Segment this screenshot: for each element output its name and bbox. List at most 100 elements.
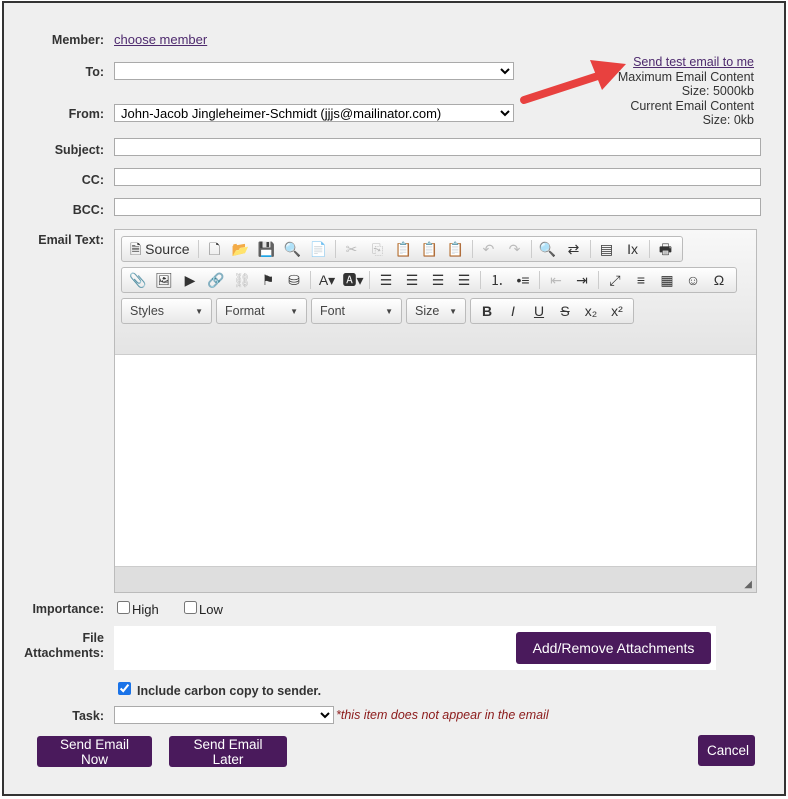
toolbar-separator xyxy=(589,240,591,258)
text-color-icon[interactable]: A▾ xyxy=(316,269,338,291)
toolbar-separator xyxy=(334,240,336,258)
task-select[interactable] xyxy=(114,706,334,724)
numbered-list-icon[interactable]: ⒈ xyxy=(486,269,508,291)
toolbar-row-2: 📎 🖼 ▶ 🔗 ⛓ ⚑ ⛁ A▾ 🅰▾ ☰ ☰ ☰ ☰ ⒈ •≡ ⇤ ⇥ ⤢ ≡ ▦ ☺ Ω xyxy=(121,267,737,293)
toolbar-separator xyxy=(310,271,311,289)
preview-icon[interactable]: 🔍 xyxy=(282,238,304,260)
to-select[interactable] xyxy=(114,62,514,80)
format-dropdown[interactable]: Format ▼ xyxy=(216,298,307,324)
table-icon[interactable]: ▦ xyxy=(656,269,678,291)
rich-text-editor: 🗎 Source 🗋 📂 💾 🔍 📄 ✂ ⎘ 📋 📋 📋 ↶ ↷ 🔍 ⇄ ▤ Ix 🖶 📎 🖼 ▶ 🔗 ⛓ ⚑ ⛁ A▾ 🅰▾ ☰… xyxy=(114,229,757,593)
toolbar-row-1: 🗎 Source 🗋 📂 💾 🔍 📄 ✂ ⎘ 📋 📋 📋 ↶ ↷ 🔍 ⇄ ▤ Ix 🖶 xyxy=(121,236,683,262)
red-arrow-annotation xyxy=(520,60,626,104)
paste-word-icon[interactable]: 📋 xyxy=(445,238,467,260)
smiley-icon[interactable]: ☺ xyxy=(682,269,704,291)
copy-icon[interactable]: ⎘ xyxy=(367,238,389,260)
new-page-icon[interactable]: 🗋 xyxy=(204,238,226,260)
attachment-icon[interactable]: 📎 xyxy=(127,269,149,291)
redo-icon[interactable]: ↷ xyxy=(504,238,526,260)
paste-icon[interactable]: 📋 xyxy=(393,238,415,260)
editor-resize-bar: ◢ xyxy=(115,566,756,592)
select-all-icon[interactable]: ▤ xyxy=(596,238,618,260)
underline-icon[interactable]: U xyxy=(528,300,550,322)
cc-input[interactable] xyxy=(114,168,761,186)
maximize-icon[interactable]: ⤢ xyxy=(604,269,626,291)
horizontal-rule-icon[interactable]: ≡ xyxy=(630,269,652,291)
indent-icon[interactable]: ⇥ xyxy=(571,269,593,291)
link-icon[interactable]: 🔗 xyxy=(205,269,227,291)
outdent-icon[interactable]: ⇤ xyxy=(545,269,567,291)
send-email-now-button[interactable]: Send Email Now xyxy=(37,736,152,767)
max-size-value: Size: 5000kb xyxy=(681,84,754,98)
templates-icon[interactable]: 📄 xyxy=(308,238,330,260)
align-right-icon[interactable]: ☰ xyxy=(427,269,449,291)
toolbar-row-3: Styles ▼ Format ▼ Font ▼ Size ▼ B I U Sx₂ x² xyxy=(121,298,751,329)
open-icon[interactable]: 📂 xyxy=(230,238,252,260)
strike-icon[interactable]: S xyxy=(554,300,576,322)
editor-toolbar: 🗎 Source 🗋 📂 💾 🔍 📄 ✂ ⎘ 📋 📋 📋 ↶ ↷ 🔍 ⇄ ▤ Ix 🖶 📎 🖼 ▶ 🔗 ⛓ ⚑ ⛁ A▾ 🅰▾ ☰… xyxy=(115,230,756,355)
subject-input[interactable] xyxy=(114,138,761,156)
low-checkbox[interactable] xyxy=(184,601,197,614)
choose-member-link[interactable]: choose member xyxy=(114,32,207,47)
superscript-icon[interactable]: x² xyxy=(606,300,628,322)
styles-dropdown[interactable]: Styles ▼ xyxy=(121,298,212,324)
add-remove-attachments-button[interactable]: Add/Remove Attachments xyxy=(516,632,711,664)
high-checkbox[interactable] xyxy=(117,601,130,614)
email-text-label: Email Text: xyxy=(38,233,104,247)
bold-icon[interactable]: B xyxy=(476,300,498,322)
remove-format-icon[interactable]: Ix xyxy=(622,238,644,260)
flash-icon[interactable]: ⛁ xyxy=(283,269,305,291)
replace-icon[interactable]: ⇄ xyxy=(563,238,585,260)
undo-icon[interactable]: ↶ xyxy=(478,238,500,260)
source-button[interactable]: 🗎 Source xyxy=(127,238,193,260)
toolbar-separator xyxy=(530,240,532,258)
image-icon[interactable]: 🖼 xyxy=(153,269,175,291)
source-label: Source xyxy=(145,241,190,257)
carbon-copy-option[interactable]: Include carbon copy to sender. xyxy=(118,682,321,698)
importance-label: Importance: xyxy=(32,602,104,616)
print-icon[interactable]: 🖶 xyxy=(655,238,677,260)
bcc-label: BCC: xyxy=(72,203,104,217)
justify-icon[interactable]: ☰ xyxy=(453,269,475,291)
task-label: Task: xyxy=(72,709,104,723)
cc-label: CC: xyxy=(81,173,104,187)
toolbar-separator xyxy=(480,271,481,289)
size-dropdown[interactable]: Size ▼ xyxy=(406,298,466,324)
find-icon[interactable]: 🔍 xyxy=(537,238,559,260)
cut-icon[interactable]: ✂ xyxy=(341,238,363,260)
bulleted-list-icon[interactable]: •≡ xyxy=(512,269,534,291)
subject-label: Subject: xyxy=(54,143,104,157)
align-left-icon[interactable]: ☰ xyxy=(375,269,397,291)
toolbar-separator xyxy=(648,240,650,258)
subscript-icon[interactable]: x₂ xyxy=(580,300,602,322)
resize-handle-icon[interactable]: ◢ xyxy=(744,579,752,590)
importance-high[interactable]: High xyxy=(117,601,159,617)
bg-color-icon[interactable]: 🅰▾ xyxy=(342,269,364,291)
send-email-later-button[interactable]: Send Email Later xyxy=(169,736,287,767)
cancel-button[interactable]: Cancel xyxy=(698,735,755,766)
from-select[interactable]: John-Jacob Jingleheimer-Schmidt (jjjs@ma… xyxy=(114,104,514,122)
align-center-icon[interactable]: ☰ xyxy=(401,269,423,291)
from-label: From: xyxy=(68,107,104,121)
toolbar-separator xyxy=(369,271,370,289)
toolbar-separator xyxy=(471,240,473,258)
bcc-input[interactable] xyxy=(114,198,761,216)
current-size-label: Current Email Content xyxy=(630,98,754,113)
basic-styles-group: B I U Sx₂ x² xyxy=(470,298,634,324)
special-char-icon[interactable]: Ω xyxy=(708,269,730,291)
to-label: To: xyxy=(85,65,104,79)
max-size-label: Maximum Email Content xyxy=(617,69,754,84)
anchor-icon[interactable]: ⚑ xyxy=(257,269,279,291)
youtube-icon[interactable]: ▶ xyxy=(179,269,201,291)
task-note: *this item does not appear in the email xyxy=(336,708,549,722)
unlink-icon[interactable]: ⛓ xyxy=(231,269,253,291)
font-dropdown[interactable]: Font ▼ xyxy=(311,298,402,324)
email-body-area[interactable] xyxy=(115,355,756,565)
save-icon[interactable]: 💾 xyxy=(256,238,278,260)
carbon-copy-checkbox[interactable] xyxy=(118,682,131,695)
importance-low[interactable]: Low xyxy=(184,601,223,617)
send-test-email-link[interactable]: Send test email to me xyxy=(633,55,754,69)
paste-text-icon[interactable]: 📋 xyxy=(419,238,441,260)
email-compose-form: Member: choose member To: From: John-Jac… xyxy=(2,1,786,796)
italic-icon[interactable]: I xyxy=(502,300,524,322)
